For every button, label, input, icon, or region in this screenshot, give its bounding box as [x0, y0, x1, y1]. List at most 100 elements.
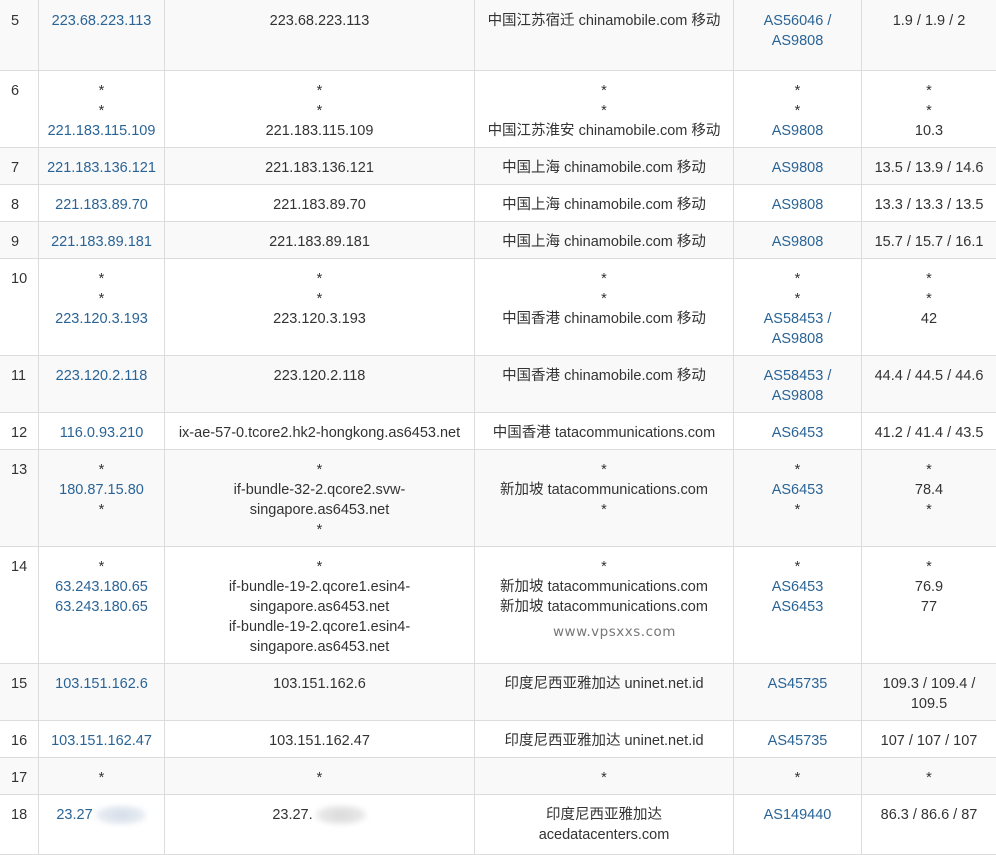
ip-cell-line[interactable]: 221.183.136.121 [43, 158, 160, 178]
asn-cell-line: * [738, 101, 857, 121]
location-cell-line: * [479, 289, 729, 309]
asn-cell-line[interactable]: AS45735 [738, 674, 857, 694]
asn-cell-line[interactable]: AS9808 [738, 232, 857, 252]
location-cell-text: * [601, 83, 607, 99]
latency-cell-text: 1.9 / 1.9 / 2 [893, 13, 966, 29]
hostname-cell-text: 23.27. [272, 807, 312, 823]
ip-cell-text: 221.183.136.121 [47, 160, 156, 176]
hostname-cell-text: ix-ae-57-0.tcore2.hk2-hongkong.as6453.ne… [179, 425, 460, 441]
asn-cell: AS56046 /AS9808 [734, 0, 862, 71]
latency-cell-text: 13.3 / 13.3 / 13.5 [875, 197, 984, 213]
asn-cell: * [734, 758, 862, 795]
ip-cell-line[interactable]: 221.183.115.109 [43, 121, 160, 141]
hostname-cell-line: 221.183.115.109 [169, 121, 470, 141]
location-cell-line: 印度尼西亚雅加达 [479, 805, 729, 825]
latency-cell-text: * [926, 770, 932, 786]
asn-cell-line[interactable]: AS45735 [738, 731, 857, 751]
asn-cell-line[interactable]: AS9808 [738, 386, 857, 406]
hostname-cell-line: * [169, 81, 470, 101]
hostname-cell-line: * [169, 269, 470, 289]
asn-cell-text: * [795, 271, 801, 287]
asn-cell-line[interactable]: AS9808 [738, 158, 857, 178]
location-cell: *新加坡 tatacommunications.com新加坡 tatacommu… [475, 547, 734, 664]
latency-cell: 1.9 / 1.9 / 2 [862, 0, 996, 71]
location-cell-line: * [479, 460, 729, 480]
latency-cell-text: 42 [921, 311, 937, 327]
hop-number-text: 13 [11, 462, 27, 478]
asn-cell-line[interactable]: AS9808 [738, 195, 857, 215]
asn-cell-line[interactable]: AS9808 [738, 31, 857, 51]
hop-number-text: 7 [11, 160, 19, 176]
asn-cell-line[interactable]: AS58453 / [738, 309, 857, 329]
ip-cell-text: 180.87.15.80 [59, 482, 144, 498]
asn-cell-line[interactable]: AS6453 [738, 577, 857, 597]
asn-cell-line[interactable]: AS9808 [738, 121, 857, 141]
ip-cell-line[interactable]: 116.0.93.210 [43, 423, 160, 443]
hostname-cell-line: if-bundle-32-2.qcore2.svw- [169, 480, 470, 500]
hostname-cell: *if-bundle-19-2.qcore1.esin4-singapore.a… [165, 547, 475, 664]
ip-cell-line[interactable]: 223.120.2.118 [43, 366, 160, 386]
asn-cell: AS9808 [734, 148, 862, 185]
latency-cell: 13.3 / 13.3 / 13.5 [862, 185, 996, 222]
location-cell-text: 新加坡 tatacommunications.com [500, 599, 708, 615]
ip-cell-line[interactable]: 63.243.180.65 [43, 597, 160, 617]
asn-cell-line[interactable]: AS58453 / [738, 366, 857, 386]
asn-cell-line[interactable]: AS149440 [738, 805, 857, 825]
location-cell-line: * [479, 101, 729, 121]
ip-cell-line[interactable]: 103.151.162.47 [43, 731, 160, 751]
location-cell-text: * [601, 462, 607, 478]
hostname-cell-text: * [317, 770, 323, 786]
latency-cell: 13.5 / 13.9 / 14.6 [862, 148, 996, 185]
latency-cell-text: 13.5 / 13.9 / 14.6 [875, 160, 984, 176]
asn-cell: *AS6453* [734, 450, 862, 547]
hostname-cell: 23.27. [165, 795, 475, 855]
ip-cell: 223.68.223.113 [39, 0, 165, 71]
hostname-cell-line: * [169, 101, 470, 121]
location-cell-line: acedatacenters.com [479, 825, 729, 845]
asn-cell-line[interactable]: AS6453 [738, 480, 857, 500]
asn-cell-line: * [738, 81, 857, 101]
asn-cell-text: * [795, 83, 801, 99]
asn-cell-line: * [738, 768, 857, 788]
hostname-cell-text: if-bundle-19-2.qcore1.esin4- [229, 619, 410, 635]
ip-cell-line[interactable]: 223.120.3.193 [43, 309, 160, 329]
ip-cell: 223.120.2.118 [39, 356, 165, 413]
asn-cell-line[interactable]: AS6453 [738, 597, 857, 617]
ip-cell-line[interactable]: 103.151.162.6 [43, 674, 160, 694]
asn-cell-line: * [738, 460, 857, 480]
ip-cell-line[interactable]: 223.68.223.113 [43, 11, 160, 31]
ip-cell-line[interactable]: 23.27 [56, 805, 146, 825]
latency-cell-text: * [926, 502, 932, 518]
asn-cell-line[interactable]: AS6453 [738, 423, 857, 443]
latency-cell-text: * [926, 462, 932, 478]
ip-cell-text: * [99, 502, 105, 518]
hostname-cell: **223.120.3.193 [165, 259, 475, 356]
ip-cell-line: * [43, 557, 160, 577]
asn-cell-line[interactable]: AS56046 / [738, 11, 857, 31]
ip-cell-text: 23.27 [56, 807, 92, 823]
hop-number-text: 6 [11, 83, 19, 99]
ip-cell-line[interactable]: 63.243.180.65 [43, 577, 160, 597]
hop-number: 11 [0, 356, 39, 413]
ip-cell-line[interactable]: 221.183.89.70 [43, 195, 160, 215]
latency-cell-text: 41.2 / 41.4 / 43.5 [875, 425, 984, 441]
location-cell: 中国上海 chinamobile.com 移动 [475, 148, 734, 185]
asn-cell-line[interactable]: AS9808 [738, 329, 857, 349]
ip-cell-line[interactable]: 180.87.15.80 [43, 480, 160, 500]
ip-cell-line[interactable]: 221.183.89.181 [43, 232, 160, 252]
hostname-cell-line: * [169, 460, 470, 480]
latency-cell-text: 76.9 [915, 579, 943, 595]
hostname-cell: ix-ae-57-0.tcore2.hk2-hongkong.as6453.ne… [165, 413, 475, 450]
ip-cell: **223.120.3.193 [39, 259, 165, 356]
traceroute-table: 5223.68.223.113223.68.223.113中国江苏宿迁 chin… [0, 0, 996, 855]
ip-cell-text: 221.183.89.70 [55, 197, 148, 213]
location-cell: 中国香港 chinamobile.com 移动 [475, 356, 734, 413]
location-cell-line: * [479, 500, 729, 520]
latency-cell-line: * [866, 557, 992, 577]
asn-cell: **AS58453 /AS9808 [734, 259, 862, 356]
hostname-cell-line: * [169, 768, 470, 788]
latency-cell: *76.977 [862, 547, 996, 664]
location-cell: 中国香港 tatacommunications.com [475, 413, 734, 450]
redaction-blur [95, 805, 147, 825]
hostname-cell-text: if-bundle-32-2.qcore2.svw- [234, 482, 406, 498]
